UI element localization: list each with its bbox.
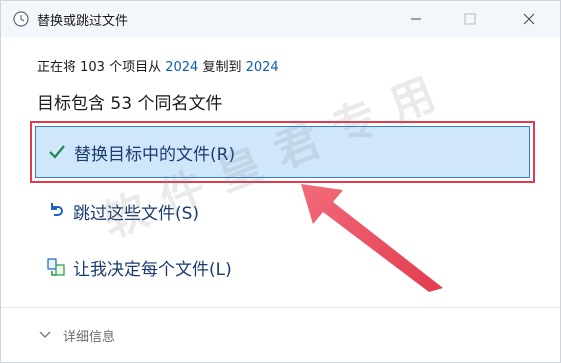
source-folder-link[interactable]: 2024 <box>165 60 198 75</box>
minimize-button[interactable] <box>393 1 439 37</box>
destination-folder-link[interactable]: 2024 <box>246 60 279 75</box>
details-toggle[interactable]: 详细信息 <box>39 326 115 345</box>
status-middle: 复制到 <box>198 60 246 75</box>
footer: 详细信息 <box>1 307 560 362</box>
chevron-down-icon <box>39 331 51 338</box>
maximize-icon <box>464 13 476 25</box>
annotation-arrow <box>301 184 443 292</box>
minimize-icon <box>411 18 421 20</box>
maximize-button[interactable] <box>447 1 493 37</box>
checkmark-icon <box>46 141 68 163</box>
copy-status: 正在将 103 个项目从 2024 复制到 2024 <box>37 56 279 75</box>
details-label: 详细信息 <box>63 329 116 345</box>
title-bar[interactable]: 替换或跳过文件 <box>1 1 560 37</box>
undo-icon <box>45 200 67 222</box>
decide-option-label: 让我决定每个文件(L) <box>73 259 232 280</box>
dialog-window: 替换或跳过文件 正在将 103 个项目从 2024 复制到 2024 目标包含 … <box>0 0 561 363</box>
decide-icon <box>45 256 67 278</box>
decide-option[interactable]: 让我决定每个文件(L) <box>35 244 530 290</box>
status-prefix: 正在将 103 个项目从 <box>37 60 166 75</box>
window-title: 替换或跳过文件 <box>37 14 129 29</box>
close-icon <box>523 13 535 25</box>
clock-icon <box>13 11 29 27</box>
conflict-headline: 目标包含 53 个同名文件 <box>37 94 223 114</box>
close-button[interactable] <box>506 1 552 37</box>
